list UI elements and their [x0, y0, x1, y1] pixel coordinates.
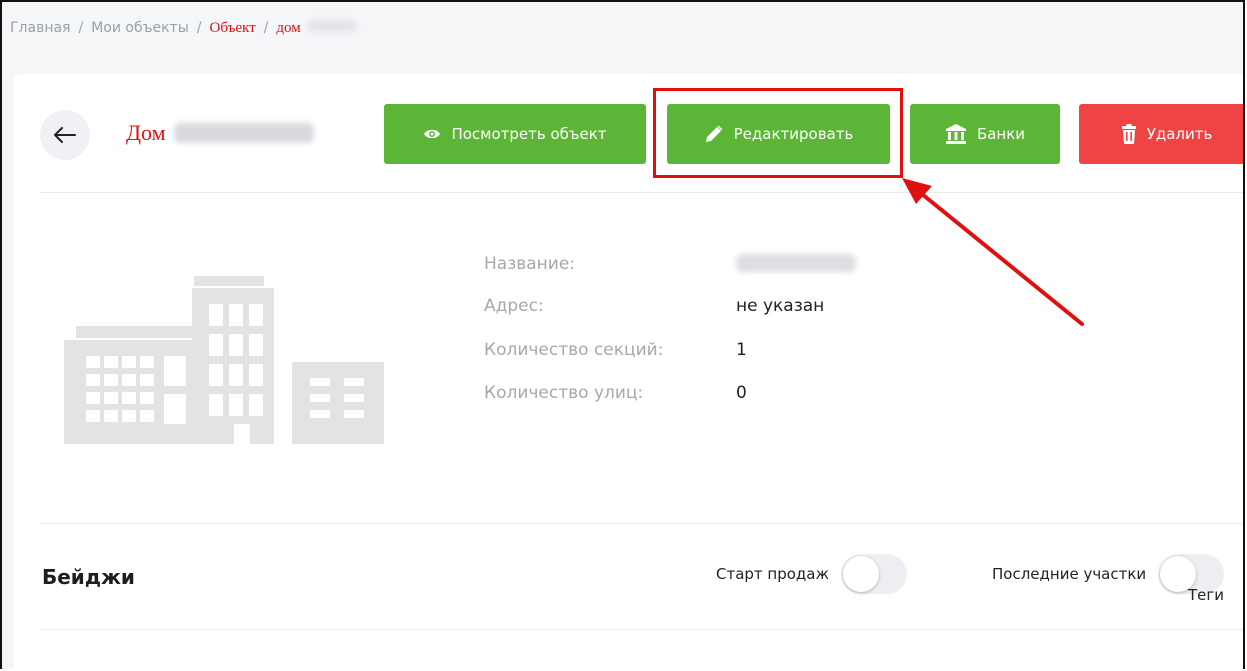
- streets-label: Количество улиц:: [484, 383, 644, 403]
- badges-divider: [40, 629, 1243, 630]
- redacted-text: [306, 20, 357, 32]
- trash-icon: [1121, 124, 1136, 144]
- redacted-text: [173, 123, 314, 143]
- breadcrumb-my-objects[interactable]: Мои объекты: [91, 20, 189, 36]
- edit-button[interactable]: Редактировать: [667, 104, 890, 164]
- breadcrumb: Главная / Мои объекты / Объект / дом: [10, 20, 357, 37]
- redacted-text: [736, 254, 856, 272]
- app-window: Главная / Мои объекты / Объект / дом Дом…: [0, 0, 1245, 669]
- breadcrumb-separator: /: [263, 20, 269, 36]
- view-object-label: Посмотреть объект: [451, 125, 607, 143]
- info-row-streets: Количество улиц: 0: [484, 383, 747, 403]
- object-card: Дом Посмотреть объект Редактировать Банк…: [14, 74, 1243, 669]
- last-plots-label: Последние участки: [992, 565, 1147, 583]
- banks-button[interactable]: Банки: [910, 104, 1060, 164]
- delete-label: Удалить: [1146, 125, 1213, 143]
- breadcrumb-house: дом: [276, 20, 301, 36]
- breadcrumb-separator: /: [78, 20, 84, 36]
- badges-title: Бейджи: [42, 565, 135, 589]
- info-row-sections: Количество секций: 1: [484, 340, 747, 360]
- building-icon: [64, 276, 384, 444]
- streets-value: 0: [736, 383, 747, 403]
- section-divider: [40, 523, 1243, 524]
- breadcrumb-object[interactable]: Объект: [209, 20, 255, 37]
- breadcrumb-home[interactable]: Главная: [10, 20, 70, 36]
- sections-value: 1: [736, 340, 747, 360]
- page-title: Дом: [126, 120, 314, 146]
- tags-label: Теги: [1188, 586, 1225, 604]
- pencil-icon: [705, 125, 723, 142]
- view-object-button[interactable]: Посмотреть объект: [384, 104, 646, 164]
- banks-label: Банки: [976, 125, 1026, 143]
- address-label: Адрес:: [484, 296, 544, 316]
- breadcrumb-separator: /: [196, 20, 202, 36]
- edit-label: Редактировать: [733, 125, 854, 143]
- delete-button[interactable]: Удалить: [1079, 104, 1243, 164]
- bank-icon: [945, 124, 966, 144]
- address-value: не указан: [736, 296, 825, 316]
- info-row-address: Адрес: не указан: [484, 296, 824, 316]
- back-button[interactable]: [40, 110, 90, 160]
- toggle-knob: [843, 556, 880, 592]
- eye-icon: [424, 129, 441, 139]
- start-sales-label: Старт продаж: [716, 565, 830, 583]
- sections-label: Количество секций:: [484, 340, 664, 360]
- arrow-left-icon: [54, 127, 76, 143]
- start-sales-toggle[interactable]: [841, 554, 908, 594]
- page-title-text: Дом: [126, 120, 166, 145]
- header-divider: [40, 192, 1243, 193]
- start-sales-toggle-group: Старт продаж: [716, 554, 908, 594]
- name-label: Название:: [484, 254, 576, 274]
- info-row-name: Название:: [484, 254, 856, 274]
